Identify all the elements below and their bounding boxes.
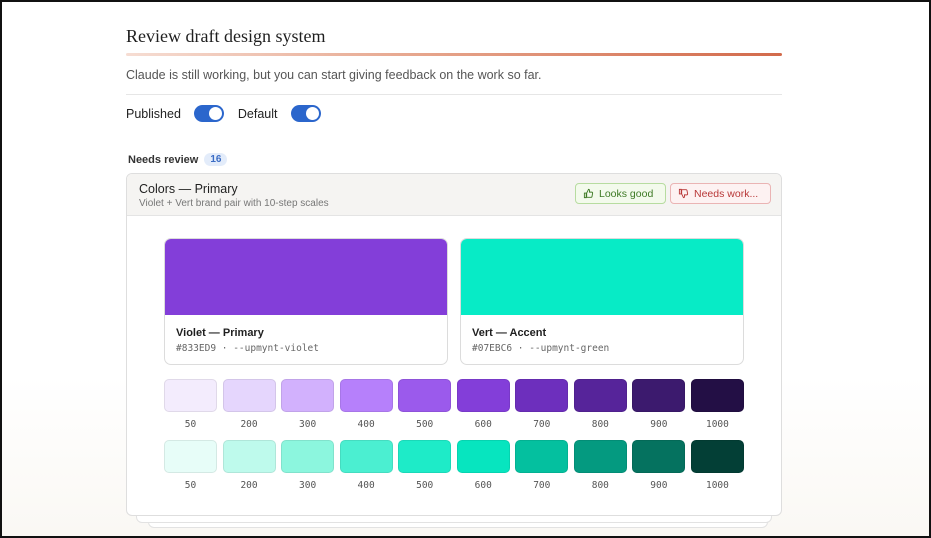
vert-label-900: 900	[650, 480, 668, 491]
vert-swatch-600[interactable]	[456, 440, 510, 473]
vert-step-50: 50	[164, 440, 217, 491]
violet-step-50: 50	[164, 379, 217, 430]
primary-color-card: Violet — Primary #833ED9 · --upmynt-viol…	[164, 238, 448, 365]
default-label: Default	[237, 106, 278, 121]
violet-label-200: 200	[240, 419, 258, 430]
violet-swatch-400[interactable]	[339, 379, 393, 412]
published-toggle[interactable]	[193, 105, 224, 122]
vert-step-900: 900	[632, 440, 686, 491]
vert-swatch-900[interactable]	[632, 440, 686, 473]
vert-step-600: 600	[456, 440, 510, 491]
vert-step-200: 200	[222, 440, 276, 491]
thumbs-down-icon	[678, 188, 689, 199]
published-label: Published	[126, 106, 181, 121]
needs-review-label: Needs review	[128, 153, 199, 166]
violet-label-800: 800	[591, 419, 609, 430]
vert-label-800: 800	[591, 480, 609, 491]
violet-swatch-50[interactable]	[164, 379, 217, 412]
vert-label-500: 500	[416, 480, 434, 491]
violet-scale: 50 200 300 400 500 600 700 800 900 1000	[164, 379, 744, 430]
violet-label-400: 400	[357, 419, 375, 430]
violet-swatch-300[interactable]	[281, 379, 335, 412]
violet-step-800: 800	[573, 379, 627, 430]
looks-good-button[interactable]: Looks good	[575, 183, 666, 204]
vert-swatch-1000[interactable]	[690, 440, 744, 473]
violet-label-900: 900	[650, 419, 668, 430]
accent-color-name: Vert — Accent	[472, 327, 547, 339]
needs-work-button[interactable]: Needs work...	[670, 183, 771, 204]
violet-step-500: 500	[398, 379, 452, 430]
violet-step-200: 200	[222, 379, 276, 430]
review-count-badge: 16	[204, 153, 228, 166]
primary-swatch	[165, 239, 447, 315]
violet-step-700: 700	[515, 379, 569, 430]
violet-swatch-800[interactable]	[573, 379, 627, 412]
card-header: Colors — Primary Violet + Vert brand pai…	[127, 174, 781, 216]
vert-swatch-50[interactable]	[164, 440, 217, 473]
vert-swatch-200[interactable]	[222, 440, 276, 473]
vert-label-1000: 1000	[705, 480, 729, 491]
violet-label-300: 300	[299, 419, 317, 430]
vert-step-800: 800	[573, 440, 627, 491]
accent-swatch	[461, 239, 743, 315]
violet-label-1000: 1000	[705, 419, 729, 430]
violet-step-400: 400	[339, 379, 393, 430]
needs-work-label: Needs work...	[694, 187, 759, 200]
violet-label-50: 50	[184, 419, 197, 430]
thumbs-up-icon	[583, 188, 594, 199]
violet-swatch-700[interactable]	[515, 379, 569, 412]
primary-color-name: Violet — Primary	[176, 327, 264, 339]
vert-step-1000: 1000	[690, 440, 744, 491]
vert-label-200: 200	[240, 480, 258, 491]
violet-label-700: 700	[533, 419, 551, 430]
vert-label-700: 700	[533, 480, 551, 491]
violet-label-600: 600	[474, 419, 492, 430]
needs-review-header: Needs review 16	[128, 153, 228, 166]
vert-swatch-300[interactable]	[281, 440, 335, 473]
card-description: Violet + Vert brand pair with 10-step sc…	[139, 198, 329, 209]
vert-label-400: 400	[357, 480, 375, 491]
toggle-bar: Published Default	[126, 105, 335, 122]
violet-swatch-200[interactable]	[222, 379, 276, 412]
violet-step-1000: 1000	[690, 379, 744, 430]
violet-swatch-900[interactable]	[632, 379, 686, 412]
divider	[126, 94, 782, 95]
vert-step-400: 400	[339, 440, 393, 491]
progress-fill	[126, 53, 782, 56]
violet-swatch-500[interactable]	[398, 379, 452, 412]
card-title: Colors — Primary	[139, 182, 238, 196]
vert-step-300: 300	[281, 440, 335, 491]
app-window: Review draft design system Claude is sti…	[0, 0, 931, 538]
vert-step-700: 700	[515, 440, 569, 491]
accent-color-card: Vert — Accent #07EBC6 · --upmynt-green	[460, 238, 744, 365]
violet-swatch-1000[interactable]	[690, 379, 744, 412]
violet-swatch-600[interactable]	[456, 379, 510, 412]
accent-color-meta: #07EBC6 · --upmynt-green	[472, 343, 610, 354]
violet-step-600: 600	[456, 379, 510, 430]
violet-step-900: 900	[632, 379, 686, 430]
violet-label-500: 500	[416, 419, 434, 430]
vert-swatch-400[interactable]	[339, 440, 393, 473]
vert-label-50: 50	[184, 480, 197, 491]
vert-scale: 50 200 300 400 500 600 700 800 900 1000	[164, 440, 744, 491]
vert-swatch-800[interactable]	[573, 440, 627, 473]
vert-label-600: 600	[474, 480, 492, 491]
page-title: Review draft design system	[126, 26, 326, 46]
vert-step-500: 500	[398, 440, 452, 491]
vert-label-300: 300	[299, 480, 317, 491]
primary-color-meta: #833ED9 · --upmynt-violet	[176, 343, 319, 354]
looks-good-label: Looks good	[599, 187, 654, 200]
vert-swatch-700[interactable]	[515, 440, 569, 473]
progress-bar	[126, 53, 782, 56]
page-subtitle: Claude is still working, but you can sta…	[126, 68, 542, 82]
review-card: Colors — Primary Violet + Vert brand pai…	[126, 173, 782, 516]
violet-step-300: 300	[281, 379, 335, 430]
vert-swatch-500[interactable]	[398, 440, 452, 473]
default-toggle[interactable]	[290, 105, 321, 122]
